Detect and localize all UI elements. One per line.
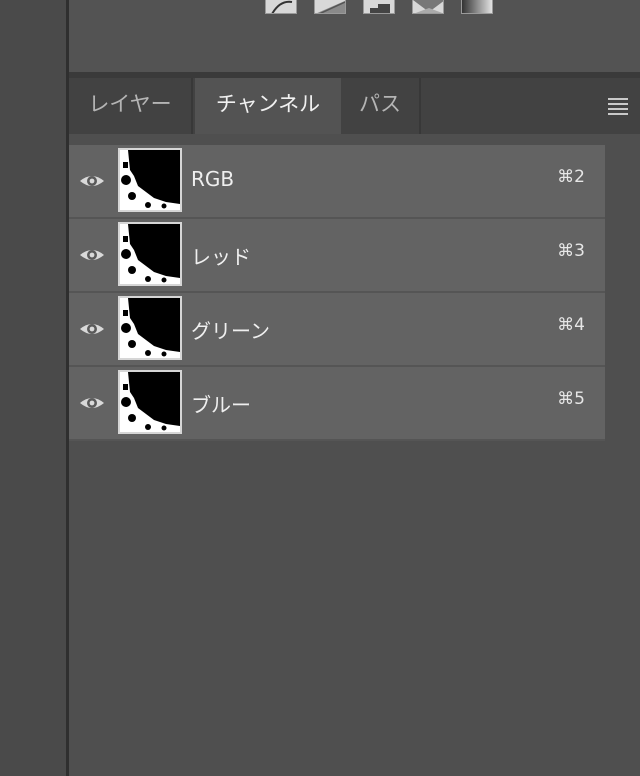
- channels-panel: RGB ⌘2 レッド ⌘3 グリーン ⌘4 ブルー ⌘5: [69, 134, 640, 776]
- posterize-icon[interactable]: [363, 0, 395, 14]
- exposure-icon[interactable]: [314, 0, 346, 14]
- channel-thumbnail: [118, 296, 182, 360]
- channel-row-rgb[interactable]: RGB ⌘2: [69, 145, 605, 219]
- panel-tab-bar: レイヤー チャンネル パス: [69, 78, 640, 136]
- gradient-map-icon[interactable]: [461, 0, 493, 14]
- channel-row-red[interactable]: レッド ⌘3: [69, 219, 605, 293]
- left-dock-strip: [0, 0, 66, 776]
- channel-shortcut: ⌘3: [557, 241, 585, 261]
- channel-thumbnail: [118, 370, 182, 434]
- eye-icon[interactable]: [79, 170, 105, 192]
- channel-row-green[interactable]: グリーン ⌘4: [69, 293, 605, 367]
- threshold-icon[interactable]: [412, 0, 444, 14]
- adjustment-icon-row: [265, 0, 493, 14]
- channel-shortcut: ⌘4: [557, 315, 585, 335]
- tab-layers[interactable]: レイヤー: [69, 78, 193, 134]
- eye-icon[interactable]: [79, 244, 105, 266]
- channel-list: RGB ⌘2 レッド ⌘3 グリーン ⌘4 ブルー ⌘5: [69, 145, 605, 441]
- tab-channels[interactable]: チャンネル: [195, 78, 341, 136]
- eye-icon[interactable]: [79, 392, 105, 414]
- hamburger-menu-icon[interactable]: [608, 98, 628, 115]
- channel-thumbnail: [118, 148, 182, 212]
- channel-shortcut: ⌘2: [557, 167, 585, 187]
- channel-row-blue[interactable]: ブルー ⌘5: [69, 367, 605, 441]
- eye-icon[interactable]: [79, 318, 105, 340]
- channel-name: レッド: [191, 245, 251, 269]
- curves-icon[interactable]: [265, 0, 297, 14]
- channel-name: ブルー: [191, 393, 251, 417]
- channel-name: RGB: [191, 167, 235, 191]
- adjustments-panel: [69, 0, 640, 72]
- tab-paths[interactable]: パス: [341, 78, 421, 134]
- channel-thumbnail: [118, 222, 182, 286]
- channel-shortcut: ⌘5: [557, 389, 585, 409]
- channel-name: グリーン: [191, 319, 270, 343]
